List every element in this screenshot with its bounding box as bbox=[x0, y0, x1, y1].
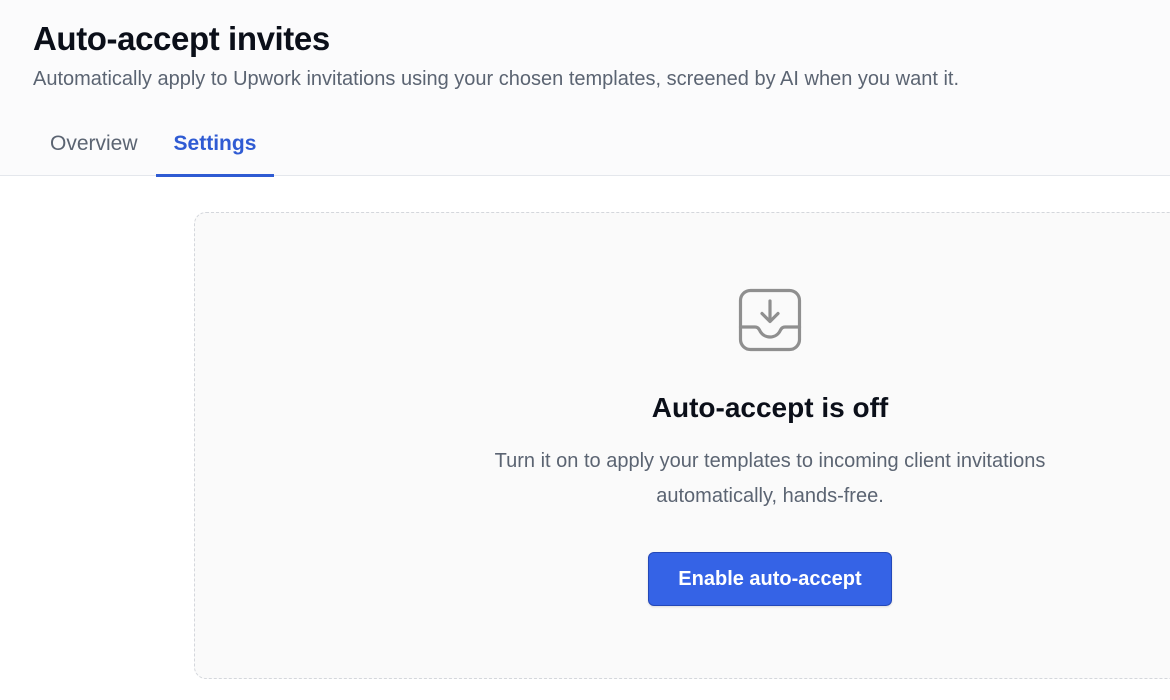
tab-settings[interactable]: Settings bbox=[155, 122, 275, 177]
tab-overview[interactable]: Overview bbox=[32, 122, 156, 176]
enable-auto-accept-button[interactable]: Enable auto-accept bbox=[648, 552, 892, 606]
empty-state-title: Auto-accept is off bbox=[651, 392, 889, 423]
inbox-download-icon bbox=[738, 288, 802, 352]
empty-state-description: Turn it on to apply your templates to in… bbox=[494, 450, 1046, 507]
tab-bar: Overview Settings bbox=[32, 122, 275, 177]
page-title: Auto-accept invites bbox=[33, 20, 330, 57]
page-subtitle: Automatically apply to Upwork invitation… bbox=[33, 68, 960, 90]
page-header: Auto-accept invites Automatically apply … bbox=[0, 0, 1170, 177]
